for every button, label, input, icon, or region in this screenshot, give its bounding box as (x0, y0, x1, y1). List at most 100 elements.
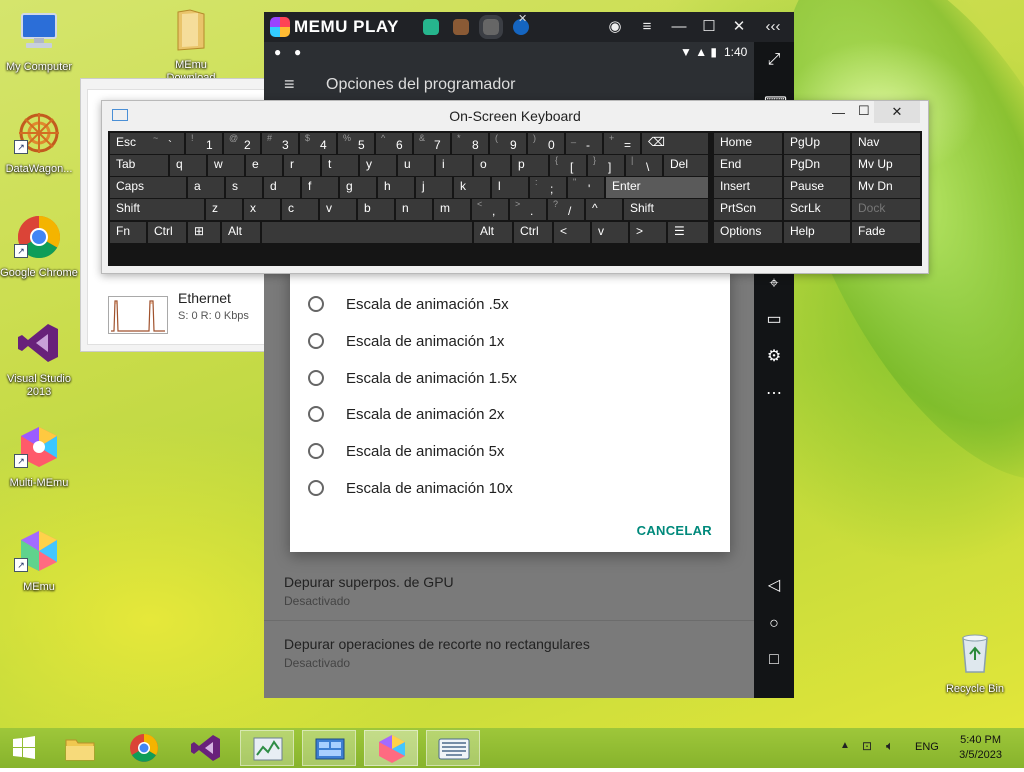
key-h[interactable]: h (378, 177, 414, 198)
key-comma[interactable]: <, (472, 199, 508, 220)
file-explorer-button[interactable] (58, 730, 102, 766)
key-ctrl-right[interactable]: Ctrl (514, 222, 552, 243)
clock[interactable]: 5:40 PM 3/5/2023 (959, 733, 1002, 763)
key-pgup[interactable]: PgUp (784, 133, 850, 154)
key-mv-up[interactable]: Mv Up (852, 155, 920, 176)
key-backspace[interactable]: ⌫ (642, 133, 708, 154)
key-x[interactable]: x (244, 199, 280, 220)
desktop-icon-datawagon[interactable]: ↗ DataWagon... (0, 110, 78, 176)
key-y[interactable]: y (360, 155, 396, 176)
visual-studio-taskbar-button[interactable] (184, 730, 228, 766)
desktop-icon-memu[interactable]: ↗ MEmu (0, 528, 78, 594)
radio-button[interactable] (308, 333, 324, 349)
key-7[interactable]: & 7 (414, 133, 450, 154)
key-9[interactable]: (9 (490, 133, 526, 154)
maximize-button[interactable]: ☐ (858, 103, 870, 119)
key-shift-right[interactable]: Shift (624, 199, 708, 220)
key-insert[interactable]: Insert (714, 177, 782, 198)
show-hidden-icons[interactable]: ▲ (840, 740, 850, 751)
key-up-arrow[interactable]: ^ (586, 199, 622, 220)
radio-option[interactable]: Escala de animación 5x (308, 436, 504, 466)
key-menu[interactable]: ☰ (668, 222, 708, 243)
desktop-icon-my-computer[interactable]: My Computer (0, 8, 78, 74)
key-period[interactable]: >. (510, 199, 546, 220)
key-k[interactable]: k (454, 177, 490, 198)
key-enter[interactable]: Enter (606, 177, 708, 198)
key-equals[interactable]: + = (604, 133, 640, 154)
radio-button[interactable] (308, 443, 324, 459)
folder-icon[interactable]: ▭ (764, 310, 784, 330)
key-d[interactable]: d (264, 177, 300, 198)
task-manager-taskbar-button[interactable] (240, 730, 294, 766)
desktop-icon-recycle-bin[interactable]: Recycle Bin (936, 630, 1014, 696)
radio-button[interactable] (308, 406, 324, 422)
radio-button[interactable] (308, 296, 324, 312)
language-indicator[interactable]: ENG (915, 741, 939, 753)
key-t[interactable]: t (322, 155, 358, 176)
key-j[interactable]: j (416, 177, 452, 198)
key-2[interactable]: @2 (224, 133, 260, 154)
radio-option[interactable]: Escala de animación 1.5x (308, 363, 517, 393)
radio-button[interactable] (308, 480, 324, 496)
location-icon[interactable]: ⌖ (764, 274, 784, 294)
minimize-button[interactable]: — (832, 105, 845, 120)
key-s[interactable]: s (226, 177, 262, 198)
back-icon[interactable]: ◁ (764, 576, 784, 596)
fullscreen-icon[interactable]: ⤢ (764, 50, 784, 70)
key-alt-left[interactable]: Alt (222, 222, 260, 243)
close-button[interactable]: ✕ (874, 101, 920, 123)
volume-icon[interactable]: 🔈︎ (886, 738, 894, 754)
chrome-taskbar-button[interactable] (122, 730, 166, 766)
key-1[interactable]: ! 1 (186, 133, 222, 154)
tab-settings-icon[interactable] (478, 15, 503, 39)
tab-close-icon[interactable]: ✕ (518, 12, 527, 25)
radio-option[interactable]: Escala de animación 10x (308, 473, 513, 503)
key-quote[interactable]: " ' (568, 177, 604, 198)
key-m[interactable]: m (434, 199, 470, 220)
key-options[interactable]: Options (714, 222, 782, 243)
key-e[interactable]: e (246, 155, 282, 176)
key-scrlk[interactable]: ScrLk (784, 199, 850, 220)
maximize-button[interactable]: ☐ (700, 18, 718, 36)
home-icon[interactable]: ○ (764, 614, 784, 634)
desktop-icon-visual-studio[interactable]: Visual Studio 2013 (0, 320, 78, 399)
key-i[interactable]: i (436, 155, 472, 176)
minimize-button[interactable]: — (670, 18, 688, 36)
key-6[interactable]: ^ 6 (376, 133, 412, 154)
key-down-arrow[interactable]: v (592, 222, 628, 243)
key-caps[interactable]: Caps (110, 177, 186, 198)
close-button[interactable]: ✕ (730, 18, 748, 36)
key-3[interactable]: #3 (262, 133, 298, 154)
key-esc[interactable]: Esc (110, 133, 148, 154)
key-semicolon[interactable]: :; (530, 177, 566, 198)
more-icon[interactable]: ⋯ (764, 384, 784, 404)
key-8[interactable]: * 8 (452, 133, 488, 154)
hamburger-icon[interactable]: ≡ (284, 74, 295, 95)
key-right-bracket[interactable]: }] (588, 155, 624, 176)
key-mv-dn[interactable]: Mv Dn (852, 177, 920, 198)
key-pgdn[interactable]: PgDn (784, 155, 850, 176)
settings-icon[interactable]: ⚙ (764, 347, 784, 367)
key-del[interactable]: Del (664, 155, 708, 176)
key-minus[interactable]: _ - (566, 133, 602, 154)
tab-app-icon[interactable] (422, 19, 439, 35)
key-backtick[interactable]: ~ ` (148, 133, 184, 154)
network-tray-icon[interactable]: ⊡ (862, 739, 872, 753)
key-left-arrow[interactable]: < (554, 222, 590, 243)
memu-titlebar[interactable]: MEMU PLAY ✕ ◉ ≡ — ☐ ✕ ‹‹‹ (264, 12, 794, 42)
key-slash[interactable]: ? / (548, 199, 584, 220)
radio-option[interactable]: Escala de animación 2x (308, 399, 504, 429)
desktop-icon-memu-download[interactable]: MEmu Download (152, 6, 230, 85)
key-dock[interactable]: Dock (852, 199, 920, 220)
setting-title[interactable]: Depurar operaciones de recorte no rectan… (284, 636, 590, 652)
key-n[interactable]: n (396, 199, 432, 220)
key-left-bracket[interactable]: {[ (550, 155, 586, 176)
key-backslash[interactable]: | \ (626, 155, 662, 176)
on-screen-keyboard-taskbar-button[interactable] (426, 730, 480, 766)
key-nav[interactable]: Nav (852, 133, 920, 154)
key-fn[interactable]: Fn (110, 222, 146, 243)
setting-title[interactable]: Depurar superpos. de GPU (284, 574, 454, 590)
desktop-icon-multi-memu[interactable]: ↗ Multi-MEmu (0, 424, 78, 490)
key-p[interactable]: p (512, 155, 548, 176)
key-0[interactable]: ) 0 (528, 133, 564, 154)
